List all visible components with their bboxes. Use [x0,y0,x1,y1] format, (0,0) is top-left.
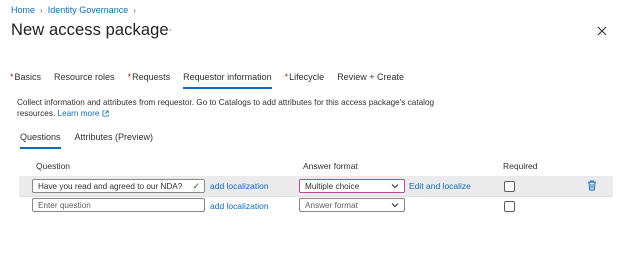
tab-attributes-preview[interactable]: Attributes (Preview) [75,132,154,148]
description: Collect information and attributes from … [17,97,437,119]
tab-questions[interactable]: Questions [20,132,61,149]
sub-tabs: Questions Attributes (Preview) [20,132,167,149]
chevron-down-icon [391,184,399,189]
breadcrumb-identity-governance-link[interactable]: Identity Governance [48,5,129,15]
page-title: New access package [11,21,169,39]
edit-and-localize-link[interactable]: Edit and localize [409,181,471,191]
tab-requests[interactable]: *Requests [128,72,171,88]
required-checkbox[interactable] [504,181,515,192]
breadcrumb-home-link[interactable]: Home [11,5,35,15]
question-input[interactable]: Enter question [32,198,205,212]
column-header-required: Required [503,161,538,171]
learn-more-link[interactable]: Learn more [58,109,109,118]
question-input[interactable]: Have you read and agreed to our NDA? ✓ [32,179,205,193]
chevron-down-icon [391,203,399,208]
checkmark-icon: ✓ [192,181,200,191]
more-options-icon[interactable]: ··· [159,24,173,36]
tab-review-create[interactable]: Review + Create [337,72,404,88]
required-checkbox[interactable] [504,201,515,212]
answer-format-dropdown[interactable]: Answer format [299,198,405,212]
tab-lifecycle[interactable]: *Lifecycle [285,72,325,88]
answer-format-dropdown[interactable]: Multiple choice [299,179,405,193]
breadcrumb: Home › Identity Governance › [11,5,136,15]
external-link-icon [102,110,109,117]
chevron-right-icon: › [40,5,43,15]
add-localization-link[interactable]: add localization [210,181,269,191]
column-header-question: Question [36,161,71,171]
tab-basics[interactable]: *Basics [10,72,41,88]
add-localization-link[interactable]: add localization [210,201,269,211]
row-divider [19,196,613,197]
chevron-right-icon: › [133,5,136,15]
close-icon[interactable] [596,25,608,37]
delete-icon[interactable] [587,180,597,191]
wizard-tabs: *Basics Resource roles *Requests Request… [10,72,417,89]
column-header-answer-format: Answer format [303,161,358,171]
tab-requestor-information[interactable]: Requestor information [183,72,272,89]
tab-resource-roles[interactable]: Resource roles [54,72,115,88]
